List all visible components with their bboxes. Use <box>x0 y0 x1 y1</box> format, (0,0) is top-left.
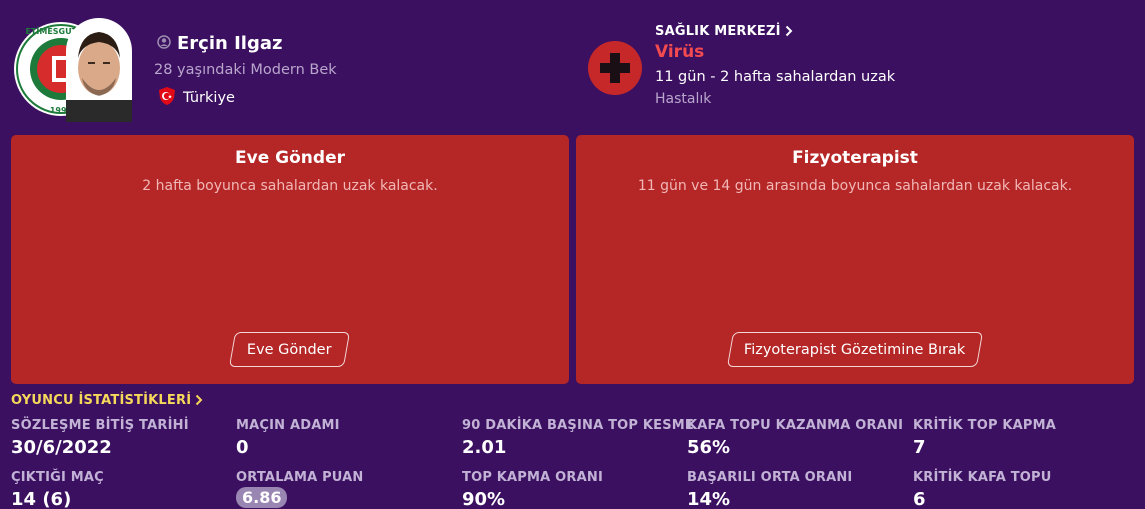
nationality-label[interactable]: Türkiye <box>183 90 235 106</box>
rating-badge: 6.86 <box>236 487 288 508</box>
card-title: Eve Gönder <box>235 148 345 168</box>
stat-label: MAÇIN ADAMI <box>236 418 340 433</box>
stat-interceptions-per-90: 90 DAKİKA BAŞINA TOP KESME 2.01 <box>462 418 694 458</box>
stat-player-of-match: MAÇIN ADAMI 0 <box>236 418 340 458</box>
injury-duration: 11 gün - 2 hafta sahalardan uzak <box>655 69 896 85</box>
injury-type: Hastalık <box>655 91 712 107</box>
physio-card: Fizyoterapist 11 gün ve 14 gün arasında … <box>576 135 1134 384</box>
stat-value: 7 <box>913 437 926 458</box>
nationality-row: Türkiye <box>157 86 235 110</box>
medical-center-link[interactable]: SAĞLIK MERKEZİ <box>655 22 793 41</box>
stat-label: BAŞARILI ORTA ORANI <box>687 470 853 485</box>
injury-name[interactable]: Virüs <box>655 42 704 62</box>
stat-cross-completion: BAŞARILI ORTA ORANI 14% <box>687 470 852 509</box>
stat-label: SÖZLEŞME BİTİŞ TARİHİ <box>11 418 189 433</box>
player-name[interactable]: Erçin Ilgaz <box>177 33 282 54</box>
send-home-card: Eve Gönder 2 hafta boyunca sahalardan uz… <box>11 135 569 384</box>
card-description: 11 gün ve 14 gün arasında boyunca sahala… <box>637 178 1073 194</box>
stat-label: ÇIKTIĞI MAÇ <box>11 470 104 485</box>
stat-value: 14% <box>687 489 731 509</box>
chevron-right-icon <box>785 22 793 41</box>
player-description: 28 yaşındaki Modern Bek <box>154 62 337 78</box>
player-stats-title: OYUNCU İSTATİSTİKLERİ <box>11 393 192 408</box>
send-home-button[interactable]: Eve Gönder <box>228 332 351 367</box>
button-label: Eve Gönder <box>247 341 332 358</box>
stat-header-win-ratio: KAFA TOPU KAZANMA ORANI 56% <box>687 418 903 458</box>
turkey-flag-icon[interactable] <box>157 86 177 110</box>
medical-cross-icon <box>588 41 642 95</box>
stat-label: TOP KAPMA ORANI <box>462 470 603 485</box>
medical-center-title: SAĞLIK MERKEZİ <box>655 24 781 39</box>
stat-key-headers: KRİTİK KAFA TOPU 6 <box>913 470 1052 509</box>
stat-key-tackles: KRİTİK TOP KAPMA 7 <box>913 418 1056 458</box>
stat-tackle-ratio: TOP KAPMA ORANI 90% <box>462 470 603 509</box>
physio-care-button[interactable]: Fizyoterapist Gözetimine Bırak <box>726 332 984 367</box>
stat-label: KRİTİK TOP KAPMA <box>913 418 1057 433</box>
stat-value: 6 <box>913 489 926 509</box>
card-description: 2 hafta boyunca sahalardan uzak kalacak. <box>142 178 438 194</box>
stat-label: 90 DAKİKA BAŞINA TOP KESME <box>462 418 694 433</box>
stat-appearances: ÇIKTIĞI MAÇ 14 (6) <box>11 470 104 509</box>
stat-value: 2.01 <box>462 437 507 458</box>
person-icon <box>157 34 171 53</box>
stat-value: 90% <box>462 489 506 509</box>
stat-label: KAFA TOPU KAZANMA ORANI <box>687 418 904 433</box>
stat-contract-end: SÖZLEŞME BİTİŞ TARİHİ 30/6/2022 <box>11 418 189 458</box>
stat-value: 30/6/2022 <box>11 437 112 458</box>
player-photo[interactable] <box>66 18 132 122</box>
button-label: Fizyoterapist Gözetimine Bırak <box>744 341 966 358</box>
player-header: ETİMESGUT BEL 1990 Erçin Ilgaz 28 yaşınd… <box>0 0 1145 130</box>
card-title: Fizyoterapist <box>792 148 918 168</box>
stat-value: 14 (6) <box>11 489 72 509</box>
player-name-row: Erçin Ilgaz <box>157 33 282 54</box>
stat-value: 0 <box>236 437 249 458</box>
stat-value: 56% <box>687 437 731 458</box>
player-stats-link[interactable]: OYUNCU İSTATİSTİKLERİ <box>11 391 203 410</box>
stat-label: KRİTİK KAFA TOPU <box>913 470 1052 485</box>
stat-label: ORTALAMA PUAN <box>236 470 364 485</box>
stat-average-rating: ORTALAMA PUAN 6.86 <box>236 470 364 508</box>
chevron-right-icon <box>195 391 203 410</box>
